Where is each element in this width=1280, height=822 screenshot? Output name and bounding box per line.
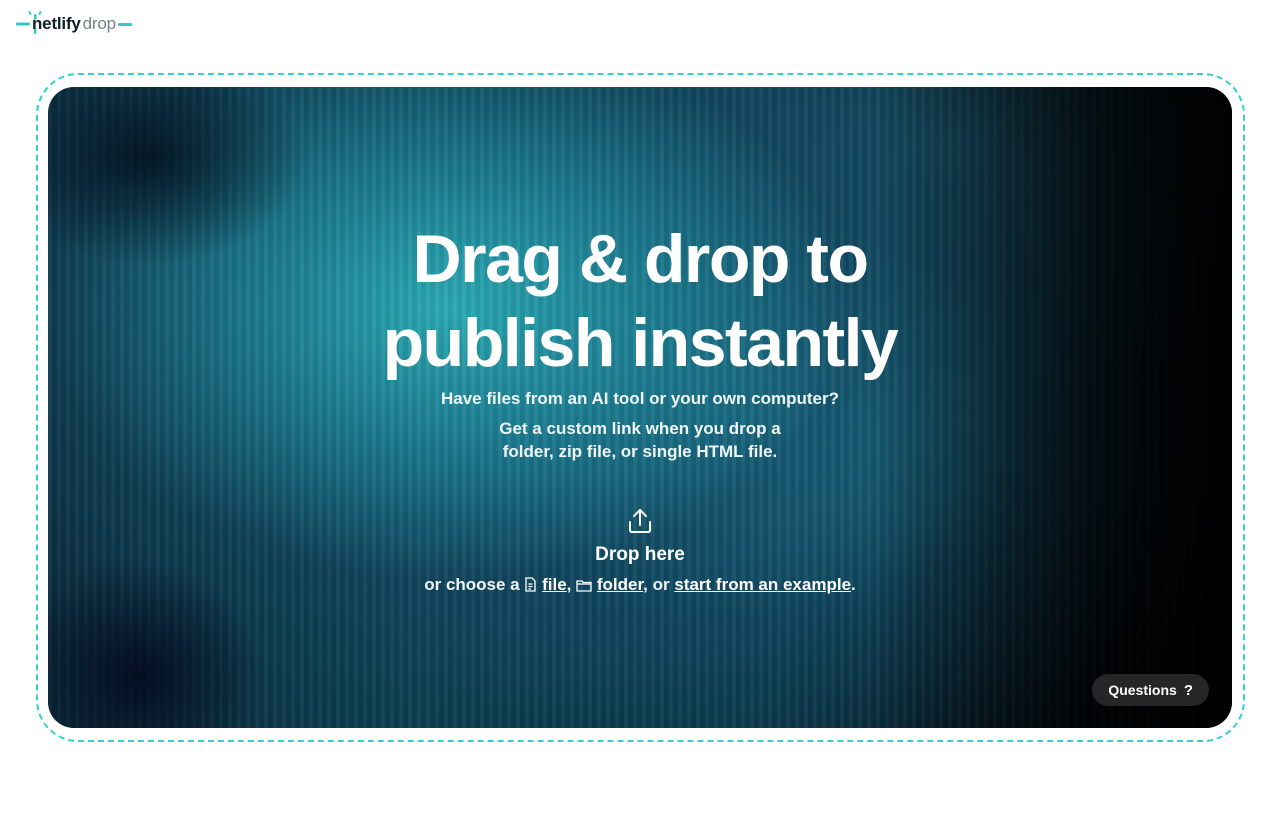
start-from-example-link[interactable]: start from an example — [674, 575, 851, 594]
period: . — [851, 575, 856, 594]
subtitle: Have files from an AI tool or your own c… — [441, 389, 839, 408]
description: Get a custom link when you drop a folder… — [48, 417, 1232, 463]
dropzone[interactable]: Drag & drop to publish instantly Have fi… — [48, 87, 1232, 728]
description-line-1: Get a custom link when you drop a — [499, 419, 781, 438]
choose-file-link[interactable]: file — [542, 575, 567, 594]
upload-icon — [629, 509, 651, 533]
file-icon — [525, 577, 537, 592]
netlify-drop-logo[interactable]: netlify drop — [16, 6, 132, 42]
or-text: , or — [643, 575, 670, 594]
choose-files-line: or choose a file, folder, or start from … — [424, 575, 856, 594]
brand-name: netlify — [32, 14, 81, 33]
product-name: drop — [82, 14, 116, 33]
title-line-1: Drag & drop to — [412, 221, 869, 297]
question-mark-icon: ? — [1183, 681, 1193, 699]
choose-prefix: or choose a — [424, 575, 520, 594]
title-line-2: publish instantly — [382, 305, 899, 381]
folder-link-label: folder — [596, 575, 644, 594]
page-title: Drag & drop to publish instantly — [48, 217, 1232, 385]
header: netlify drop — [16, 6, 132, 42]
questions-label: Questions — [1108, 682, 1177, 698]
description-line-2: folder, zip file, or single HTML file. — [502, 442, 778, 461]
choose-folder-link[interactable]: folder — [597, 575, 643, 594]
file-link-label: file — [542, 575, 567, 594]
folder-icon — [576, 580, 592, 592]
logo-accent-bar — [117, 22, 132, 26]
questions-button[interactable]: Questions ? — [1092, 674, 1209, 706]
drop-here-label: Drop here — [595, 544, 685, 565]
